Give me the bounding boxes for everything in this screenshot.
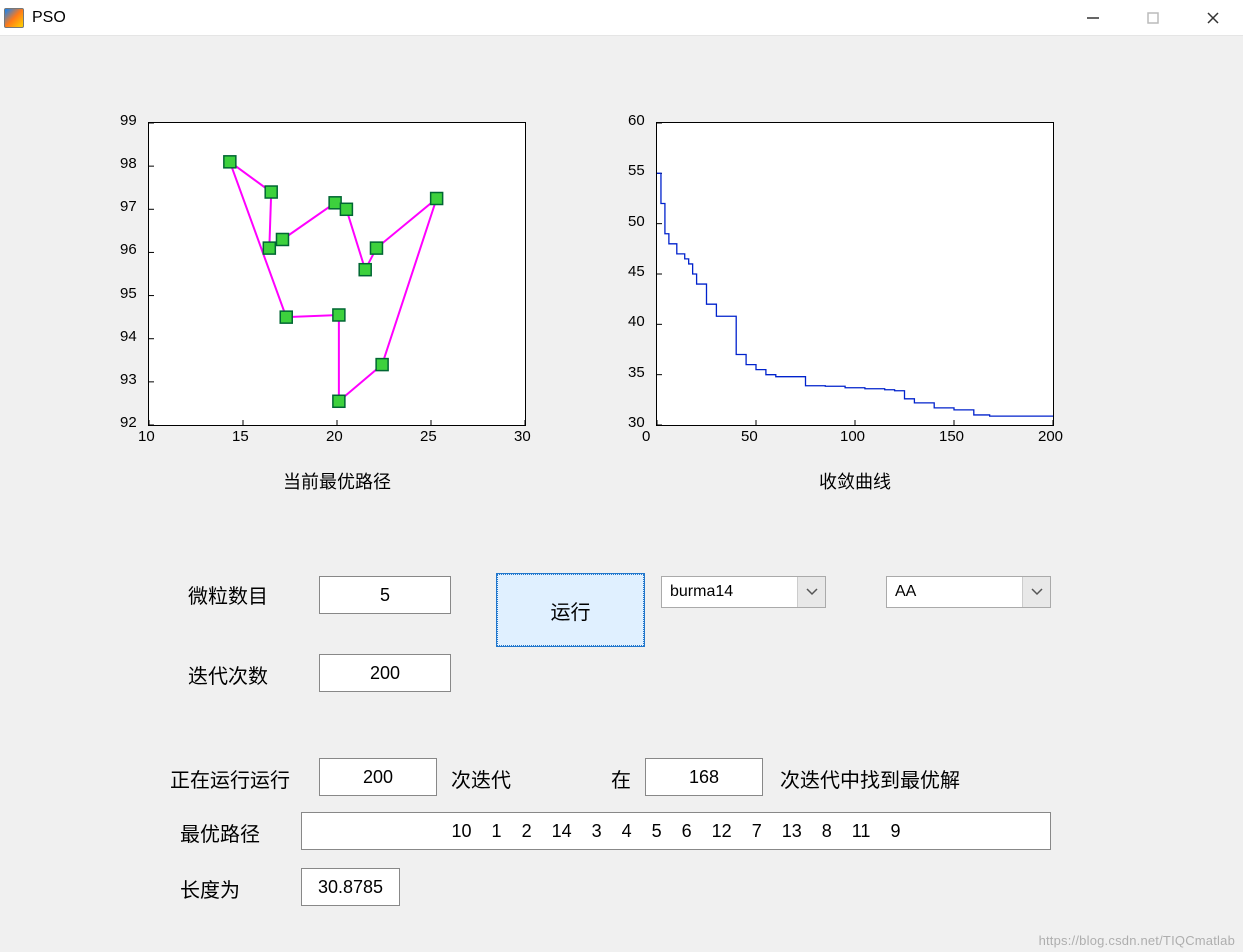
encoding-value: AA — [895, 583, 916, 601]
found-at-label: 在 — [611, 764, 631, 793]
run-button[interactable]: 运行 — [497, 574, 644, 646]
found-suffix: 次迭代中找到最优解 — [780, 764, 960, 793]
xtick-label: 15 — [232, 428, 249, 445]
ytick-label: 35 — [628, 364, 645, 381]
xtick-label: 200 — [1038, 428, 1063, 445]
length-value: 30.8785 — [301, 868, 400, 906]
iterations-label: 迭代次数 — [188, 660, 268, 689]
window-title: PSO — [32, 9, 66, 27]
bestpath-label: 最优路径 — [180, 818, 260, 847]
particles-input[interactable]: 5 — [319, 576, 451, 614]
ytick-label: 30 — [628, 414, 645, 431]
iterations-input[interactable]: 200 — [319, 654, 451, 692]
titlebar: PSO — [0, 0, 1243, 36]
ytick-label: 55 — [628, 162, 645, 179]
route-axes-title: 当前最优路径 — [148, 468, 526, 494]
xtick-label: 10 — [138, 428, 155, 445]
ytick-label: 50 — [628, 213, 645, 230]
convergence-axes — [656, 122, 1054, 426]
ytick-label: 96 — [120, 241, 137, 258]
bestpath-value: 10 1 2 14 3 4 5 6 12 7 13 8 11 9 — [301, 812, 1051, 850]
ytick-label: 97 — [120, 198, 137, 215]
xtick-label: 100 — [840, 428, 865, 445]
maximize-button[interactable] — [1123, 0, 1183, 36]
minimize-button[interactable] — [1063, 0, 1123, 36]
encoding-select[interactable]: AA — [886, 576, 1051, 608]
dataset-select[interactable]: burma14 — [661, 576, 826, 608]
ytick-label: 94 — [120, 328, 137, 345]
chevron-down-icon — [797, 577, 825, 607]
xtick-label: 50 — [741, 428, 758, 445]
chevron-down-icon — [1022, 577, 1050, 607]
xtick-label: 25 — [420, 428, 437, 445]
ytick-label: 98 — [120, 155, 137, 172]
xtick-label: 20 — [326, 428, 343, 445]
ytick-label: 40 — [628, 313, 645, 330]
xtick-label: 150 — [939, 428, 964, 445]
close-button[interactable] — [1183, 0, 1243, 36]
ytick-label: 93 — [120, 371, 137, 388]
ytick-label: 60 — [628, 112, 645, 129]
window-controls — [1063, 0, 1243, 36]
dataset-value: burma14 — [670, 583, 733, 601]
figure-panel: 当前最优路径 收敛曲线 微粒数目 5 运行 burma14 AA 迭代次数 20… — [0, 36, 1243, 952]
ytick-label: 95 — [120, 285, 137, 302]
particles-label: 微粒数目 — [188, 580, 268, 609]
ytick-label: 45 — [628, 263, 645, 280]
convergence-axes-title: 收敛曲线 — [656, 468, 1054, 494]
xtick-label: 30 — [514, 428, 531, 445]
running-suffix: 次迭代 — [451, 764, 511, 793]
route-axes — [148, 122, 526, 426]
running-iteration-value: 200 — [319, 758, 437, 796]
watermark: https://blog.csdn.net/TIQCmatlab — [1039, 933, 1235, 948]
matlab-icon — [4, 8, 24, 28]
ytick-label: 92 — [120, 414, 137, 431]
ytick-label: 99 — [120, 112, 137, 129]
found-at-value: 168 — [645, 758, 763, 796]
length-label: 长度为 — [180, 874, 240, 903]
running-label: 正在运行运行 — [170, 764, 290, 793]
